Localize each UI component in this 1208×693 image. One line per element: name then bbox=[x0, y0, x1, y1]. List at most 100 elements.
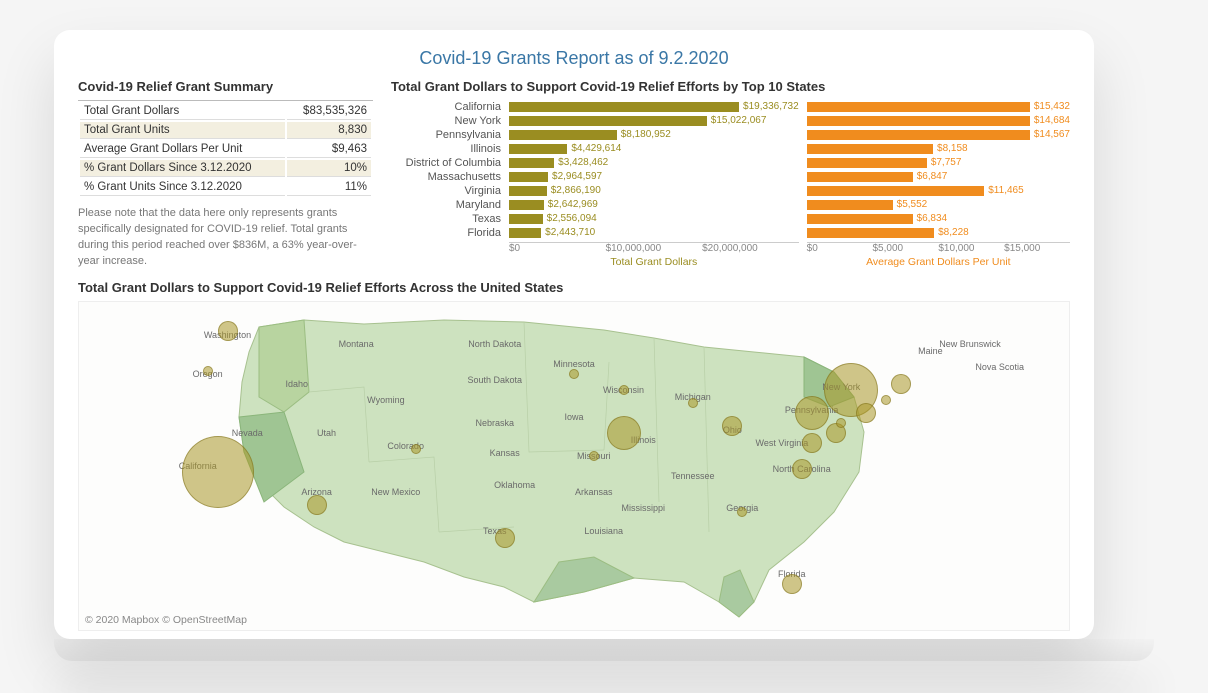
bar-row[interactable]: $4,429,614 bbox=[509, 142, 799, 156]
bar-row[interactable]: $7,757 bbox=[807, 156, 1070, 170]
us-map[interactable]: WashingtonMontanaNorth DakotaOregonIdaho… bbox=[78, 301, 1070, 631]
summary-value: 8,830 bbox=[287, 122, 371, 139]
bar-value-label: $2,642,969 bbox=[548, 200, 598, 210]
bar[interactable] bbox=[807, 158, 927, 168]
bar[interactable] bbox=[509, 130, 617, 140]
bar-value-label: $4,429,614 bbox=[571, 144, 621, 154]
map-bubble[interactable] bbox=[836, 418, 846, 428]
bar-charts-panel[interactable]: Total Grant Dollars to Support Covid-19 … bbox=[391, 79, 1070, 270]
bar-row[interactable]: $14,684 bbox=[807, 114, 1070, 128]
bar-value-label: $15,022,067 bbox=[711, 116, 767, 126]
map-bubble[interactable] bbox=[218, 321, 238, 341]
bar-row[interactable]: $3,428,462 bbox=[509, 156, 799, 170]
bar[interactable] bbox=[509, 228, 541, 238]
bar-value-label: $14,684 bbox=[1034, 116, 1070, 126]
bar[interactable] bbox=[807, 102, 1030, 112]
bar-value-label: $8,228 bbox=[938, 228, 969, 238]
bar-row[interactable]: $15,022,067 bbox=[509, 114, 799, 128]
bar[interactable] bbox=[807, 214, 913, 224]
bar[interactable] bbox=[807, 200, 893, 210]
bar-row[interactable]: $2,443,710 bbox=[509, 226, 799, 240]
map-bubble[interactable] bbox=[795, 396, 829, 430]
bar-row[interactable]: $19,336,732 bbox=[509, 100, 799, 114]
total-dollars-bars[interactable]: $19,336,732 $15,022,067 $8,180,952 $4,429,6… bbox=[509, 100, 799, 268]
bar[interactable] bbox=[509, 144, 567, 154]
laptop-base bbox=[54, 639, 1154, 661]
map-bubble[interactable] bbox=[589, 451, 599, 461]
map-bubble[interactable] bbox=[802, 433, 822, 453]
summary-table: Total Grant Dollars$83,535,326 Total Gran… bbox=[78, 100, 373, 198]
bar-row[interactable]: $8,228 bbox=[807, 226, 1070, 240]
bar[interactable] bbox=[807, 144, 933, 154]
axis-tick: $5,000 bbox=[873, 243, 939, 254]
map-bubble[interactable] bbox=[495, 528, 515, 548]
bar[interactable] bbox=[807, 186, 985, 196]
category-label: Texas bbox=[391, 212, 501, 226]
avg-per-unit-bars[interactable]: $15,432 $14,684 $14,567 $8,158 $7,757 $6,847 $… bbox=[807, 100, 1070, 268]
map-bubble[interactable] bbox=[722, 416, 742, 436]
bar-row[interactable]: $2,642,969 bbox=[509, 198, 799, 212]
map-bubble[interactable] bbox=[607, 416, 641, 450]
summary-row: Total Grant Dollars$83,535,326 bbox=[80, 103, 371, 120]
summary-label: Average Grant Dollars Per Unit bbox=[80, 141, 285, 158]
map-bubble[interactable] bbox=[792, 459, 812, 479]
bar-row[interactable]: $8,180,952 bbox=[509, 128, 799, 142]
bar-row[interactable]: $8,158 bbox=[807, 142, 1070, 156]
bar-row[interactable]: $15,432 bbox=[807, 100, 1070, 114]
bar[interactable] bbox=[807, 228, 934, 238]
map-bubble[interactable] bbox=[782, 574, 802, 594]
bar[interactable] bbox=[509, 158, 554, 168]
bar[interactable] bbox=[509, 200, 544, 210]
map-bubble[interactable] bbox=[881, 395, 891, 405]
bar[interactable] bbox=[509, 172, 548, 182]
map-bubble[interactable] bbox=[203, 366, 213, 376]
x-axis: $0$5,000$10,000$15,000 bbox=[807, 242, 1070, 254]
bar[interactable] bbox=[509, 186, 547, 196]
bar-row[interactable]: $2,556,094 bbox=[509, 212, 799, 226]
summary-value: $83,535,326 bbox=[287, 103, 371, 120]
summary-title: Covid-19 Relief Grant Summary bbox=[78, 79, 373, 94]
axis-tick: $10,000,000 bbox=[606, 243, 703, 254]
bar-row[interactable]: $11,465 bbox=[807, 184, 1070, 198]
bar-value-label: $11,465 bbox=[988, 186, 1023, 196]
bar-row[interactable]: $6,834 bbox=[807, 212, 1070, 226]
bar-row[interactable]: $2,866,190 bbox=[509, 184, 799, 198]
bar-row[interactable]: $5,552 bbox=[807, 198, 1070, 212]
map-bubble[interactable] bbox=[411, 444, 421, 454]
summary-value: 11% bbox=[287, 179, 371, 196]
bar-value-label: $19,336,732 bbox=[743, 102, 799, 112]
summary-row: % Grant Units Since 3.12.202011% bbox=[80, 179, 371, 196]
map-bubble[interactable] bbox=[307, 495, 327, 515]
map-bubble[interactable] bbox=[856, 403, 876, 423]
bar[interactable] bbox=[509, 102, 739, 112]
map-bubble[interactable] bbox=[182, 436, 254, 508]
category-label: Maryland bbox=[391, 198, 501, 212]
bar[interactable] bbox=[807, 172, 913, 182]
map-bubble[interactable] bbox=[619, 385, 629, 395]
summary-value: $9,463 bbox=[287, 141, 371, 158]
bar-row[interactable]: $14,567 bbox=[807, 128, 1070, 142]
summary-row: Total Grant Units8,830 bbox=[80, 122, 371, 139]
bar-value-label: $6,847 bbox=[917, 172, 948, 182]
category-label: Virginia bbox=[391, 184, 501, 198]
summary-note: Please note that the data here only repr… bbox=[78, 206, 373, 270]
bar[interactable] bbox=[807, 116, 1030, 126]
bar[interactable] bbox=[509, 116, 707, 126]
map-attribution: © 2020 Mapbox © OpenStreetMap bbox=[85, 614, 247, 626]
map-bubble[interactable] bbox=[688, 398, 698, 408]
bar-row[interactable]: $2,964,597 bbox=[509, 170, 799, 184]
map-bubble[interactable] bbox=[891, 374, 911, 394]
charts-title: Total Grant Dollars to Support Covid-19 … bbox=[391, 79, 1070, 94]
bar[interactable] bbox=[807, 130, 1030, 140]
map-bubble[interactable] bbox=[737, 507, 747, 517]
category-label: New York bbox=[391, 114, 501, 128]
map-bubble[interactable] bbox=[569, 369, 579, 379]
axis-tick: $0 bbox=[509, 243, 606, 254]
axis-tick: $15,000 bbox=[1004, 243, 1070, 254]
bar-value-label: $8,158 bbox=[937, 144, 968, 154]
axis-title: Average Grant Dollars Per Unit bbox=[807, 256, 1070, 268]
bar-row[interactable]: $6,847 bbox=[807, 170, 1070, 184]
bar[interactable] bbox=[509, 214, 543, 224]
page-title: Covid-19 Grants Report as of 9.2.2020 bbox=[78, 48, 1070, 69]
axis-tick: $10,000 bbox=[938, 243, 1004, 254]
